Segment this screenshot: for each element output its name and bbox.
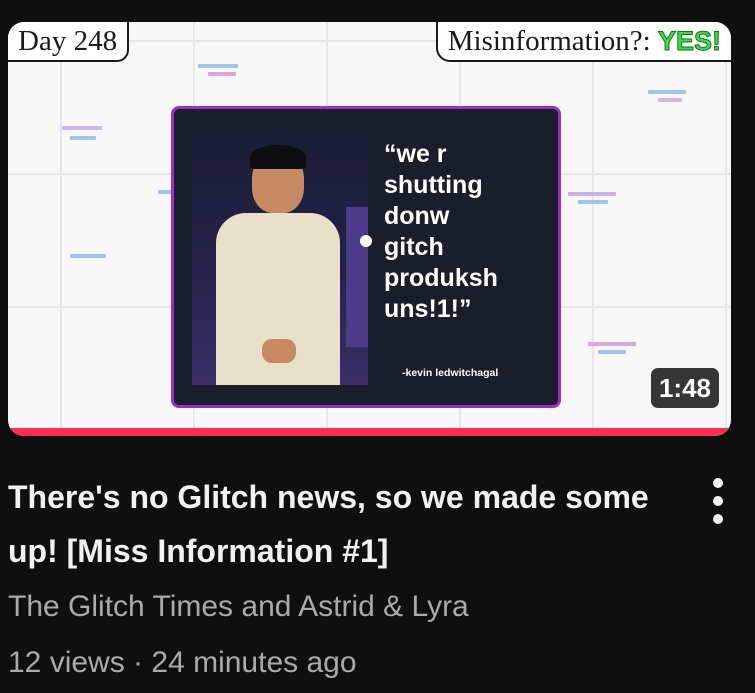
progress-bar	[8, 428, 731, 436]
glitch-stripe	[578, 200, 608, 204]
glitch-stripe	[62, 126, 102, 130]
glitch-stripe	[198, 64, 238, 68]
menu-dot	[713, 514, 723, 524]
speaker-photo	[192, 129, 368, 385]
glitch-stripe	[568, 192, 616, 196]
video-thumbnail[interactable]: Day 248 Misinformation?: YES! “we r shut…	[8, 22, 731, 436]
upload-age: 24 minutes ago	[151, 646, 357, 679]
glitch-stripe	[648, 90, 686, 94]
glitch-stripe	[658, 98, 682, 102]
quote-text: “we r shutting donw gitch produksh uns!1…	[384, 140, 498, 323]
day-tag: Day 248	[8, 22, 130, 62]
video-title[interactable]: There's no Glitch news, so we made some …	[8, 470, 668, 578]
speaker-hair	[250, 145, 306, 169]
misinformation-value: YES!	[657, 26, 721, 57]
channel-name[interactable]: The Glitch Times and Astrid & Lyra	[8, 588, 469, 626]
misinformation-tag: Misinformation?: YES!	[435, 22, 731, 62]
glitch-stripe	[208, 72, 236, 76]
bullet-dot	[360, 235, 372, 247]
quote-card: “we r shutting donw gitch produksh uns!1…	[171, 106, 561, 408]
more-vert-icon[interactable]	[706, 478, 730, 524]
video-meta: 12 views · 24 minutes ago	[8, 644, 357, 682]
menu-dot	[713, 496, 723, 506]
glitch-stripe	[588, 342, 636, 346]
backdrop-screen	[346, 207, 368, 347]
glitch-stripe	[70, 136, 96, 140]
menu-dot	[713, 478, 723, 488]
misinformation-label: Misinformation?:	[447, 25, 651, 57]
duration-badge: 1:48	[650, 368, 719, 408]
view-count: 12 views	[8, 646, 125, 679]
quote-attribution: -kevin ledwitchagal	[402, 367, 499, 379]
speaker-hands	[262, 339, 296, 363]
meta-separator: ·	[124, 646, 152, 679]
glitch-stripe	[598, 350, 626, 354]
glitch-stripe	[70, 254, 106, 258]
